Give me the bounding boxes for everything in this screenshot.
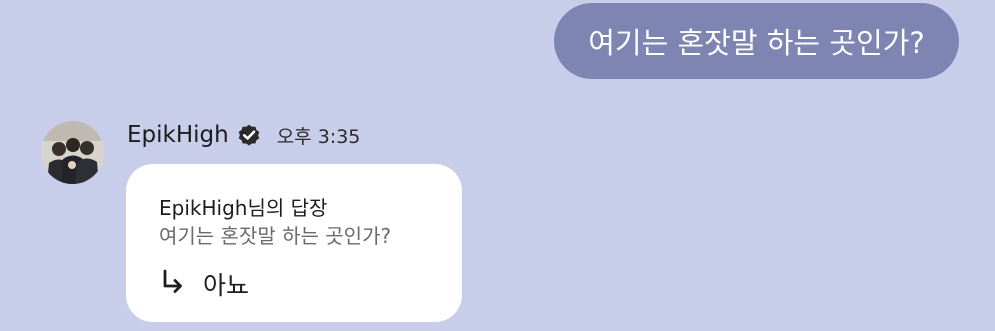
sent-message-bubble[interactable]: 여기는 혼잣말 하는 곳인가? — [554, 3, 959, 79]
sent-message-text: 여기는 혼잣말 하는 곳인가? — [588, 26, 925, 60]
reply-text: 아뇨 — [203, 271, 250, 300]
verified-badge-icon — [235, 121, 263, 149]
message-timestamp: 오후 3:35 — [276, 125, 361, 148]
sender-name[interactable]: EpikHigh — [127, 122, 229, 148]
reply-header: EpikHigh님의 답장 — [159, 196, 328, 220]
quoted-message-text: 여기는 혼잣말 하는 곳인가? — [159, 224, 392, 248]
sender-header: EpikHigh 오후 3:35 — [127, 117, 360, 153]
reply-message-card[interactable]: EpikHigh님의 답장 여기는 혼잣말 하는 곳인가? 아뇨 — [126, 164, 462, 322]
avatar[interactable] — [41, 121, 104, 184]
avatar-image — [41, 121, 104, 184]
reply-arrow-icon — [160, 268, 186, 294]
